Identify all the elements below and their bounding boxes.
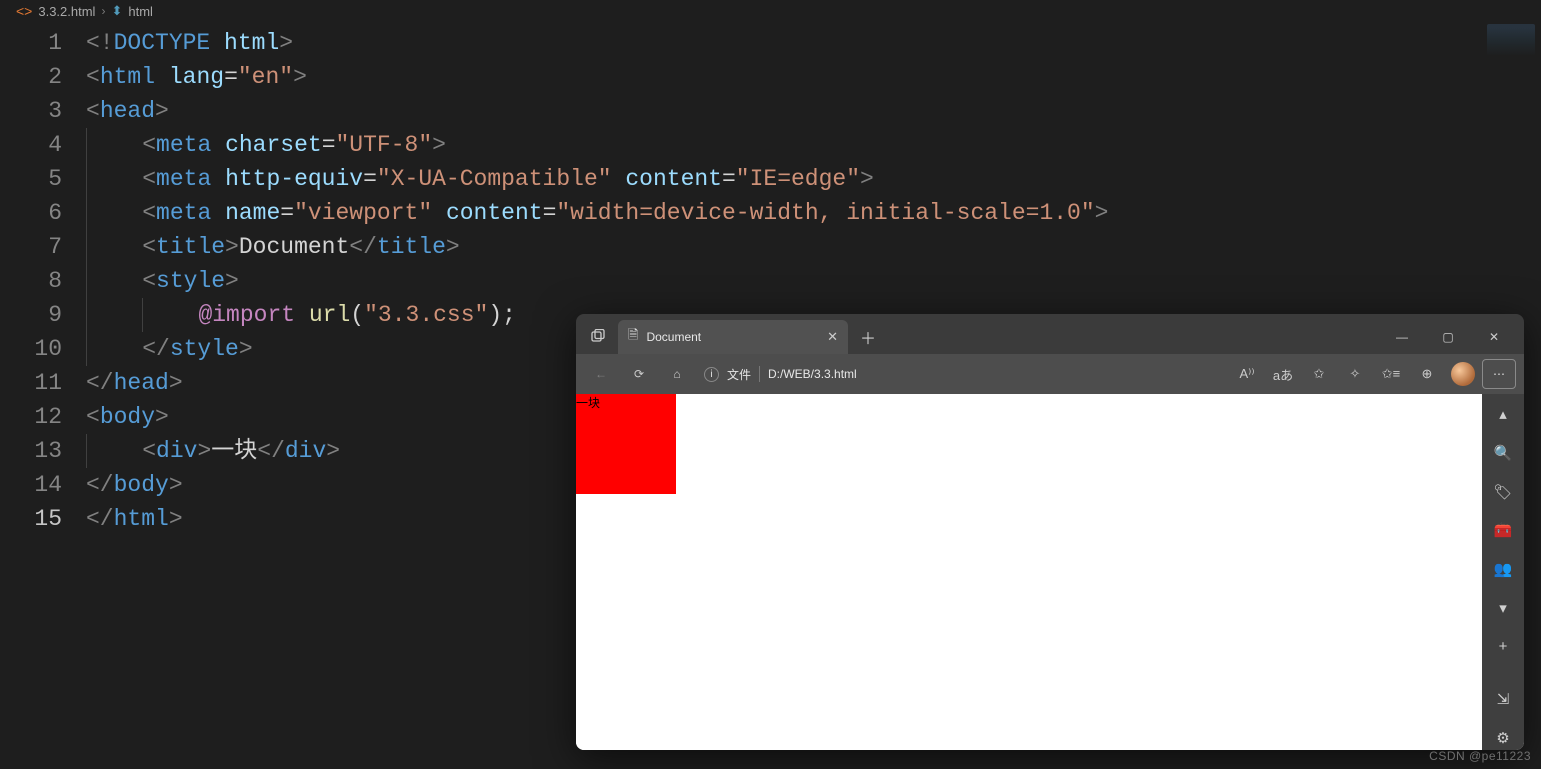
tab-actions-icon[interactable] — [584, 323, 612, 351]
breadcrumb-node[interactable]: html — [128, 4, 153, 19]
extensions-button[interactable]: ✧ — [1338, 358, 1372, 390]
tab-title: Document — [646, 330, 819, 344]
line-number-gutter: 123456789101112131415 — [0, 26, 86, 536]
cube-icon: ⬍ — [111, 3, 122, 19]
sidebar-tools-icon[interactable]: 🧰 — [1489, 518, 1517, 543]
collections-button[interactable]: ⊕ — [1410, 358, 1444, 390]
separator — [759, 366, 760, 382]
window-minimize-button[interactable]: ― — [1380, 321, 1424, 353]
chevron-right-icon: › — [101, 4, 105, 18]
back-button[interactable]: ← — [584, 358, 618, 390]
sidebar-collapse-icon[interactable]: ⇲ — [1489, 687, 1517, 712]
sidebar-more-icon[interactable]: ▾ — [1489, 595, 1517, 620]
sidebar-search-icon[interactable]: 🔍 — [1489, 441, 1517, 466]
address-path: D:/WEB/3.3.html — [768, 367, 857, 381]
favorite-button[interactable]: ✩ — [1302, 358, 1336, 390]
new-tab-button[interactable]: ＋ — [854, 323, 882, 351]
edge-sidebar: ▴ 🔍 🏷 🧰 👥 ▾ + ⇲ ⚙ — [1482, 394, 1524, 750]
breadcrumb[interactable]: <> 3.3.2.html › ⬍ html — [0, 0, 1541, 22]
protocol-label: 文件 — [727, 366, 751, 383]
page-icon: 🗎 — [628, 326, 638, 348]
read-aloud-button[interactable]: A⁾⁾ — [1230, 358, 1264, 390]
sidebar-shopping-icon[interactable]: 🏷 — [1489, 479, 1517, 504]
minimap[interactable] — [1487, 24, 1535, 64]
home-button[interactable]: ⌂ — [660, 358, 694, 390]
file-icon: <> — [16, 3, 32, 19]
browser-toolbar: ← → ⟳ ⌂ i 文件 D:/WEB/3.3.html A⁾⁾ aあ ✩ ✧ … — [576, 354, 1524, 394]
site-info-icon[interactable]: i — [704, 367, 719, 382]
address-bar[interactable]: i 文件 D:/WEB/3.3.html — [698, 366, 1226, 383]
favorites-bar-button[interactable]: ✩≡ — [1374, 358, 1408, 390]
browser-tab-strip: 🗎 Document ✕ ＋ ― ▢ ✕ — [576, 314, 1524, 354]
translate-button[interactable]: aあ — [1266, 358, 1300, 390]
browser-tab[interactable]: 🗎 Document ✕ — [618, 320, 848, 354]
watermark-text: CSDN @pe11223 — [1429, 749, 1531, 763]
browser-viewport[interactable]: 一块 — [576, 394, 1482, 750]
breadcrumb-file[interactable]: 3.3.2.html — [38, 4, 95, 19]
sidebar-scrolltop-icon[interactable]: ▴ — [1489, 402, 1517, 427]
profile-avatar[interactable] — [1446, 358, 1480, 390]
window-maximize-button[interactable]: ▢ — [1426, 321, 1470, 353]
refresh-button[interactable]: ⟳ — [622, 358, 656, 390]
browser-window: 🗎 Document ✕ ＋ ― ▢ ✕ ← → ⟳ ⌂ i 文件 D:/WEB… — [576, 314, 1524, 750]
sidebar-settings-icon[interactable]: ⚙ — [1489, 725, 1517, 750]
close-icon[interactable]: ✕ — [827, 329, 838, 345]
red-div-block: 一块 — [576, 394, 676, 494]
more-menu-button[interactable]: ⋯ — [1482, 359, 1516, 389]
sidebar-games-icon[interactable]: 👥 — [1489, 557, 1517, 582]
window-close-button[interactable]: ✕ — [1472, 321, 1516, 353]
sidebar-add-icon[interactable]: + — [1489, 634, 1517, 659]
